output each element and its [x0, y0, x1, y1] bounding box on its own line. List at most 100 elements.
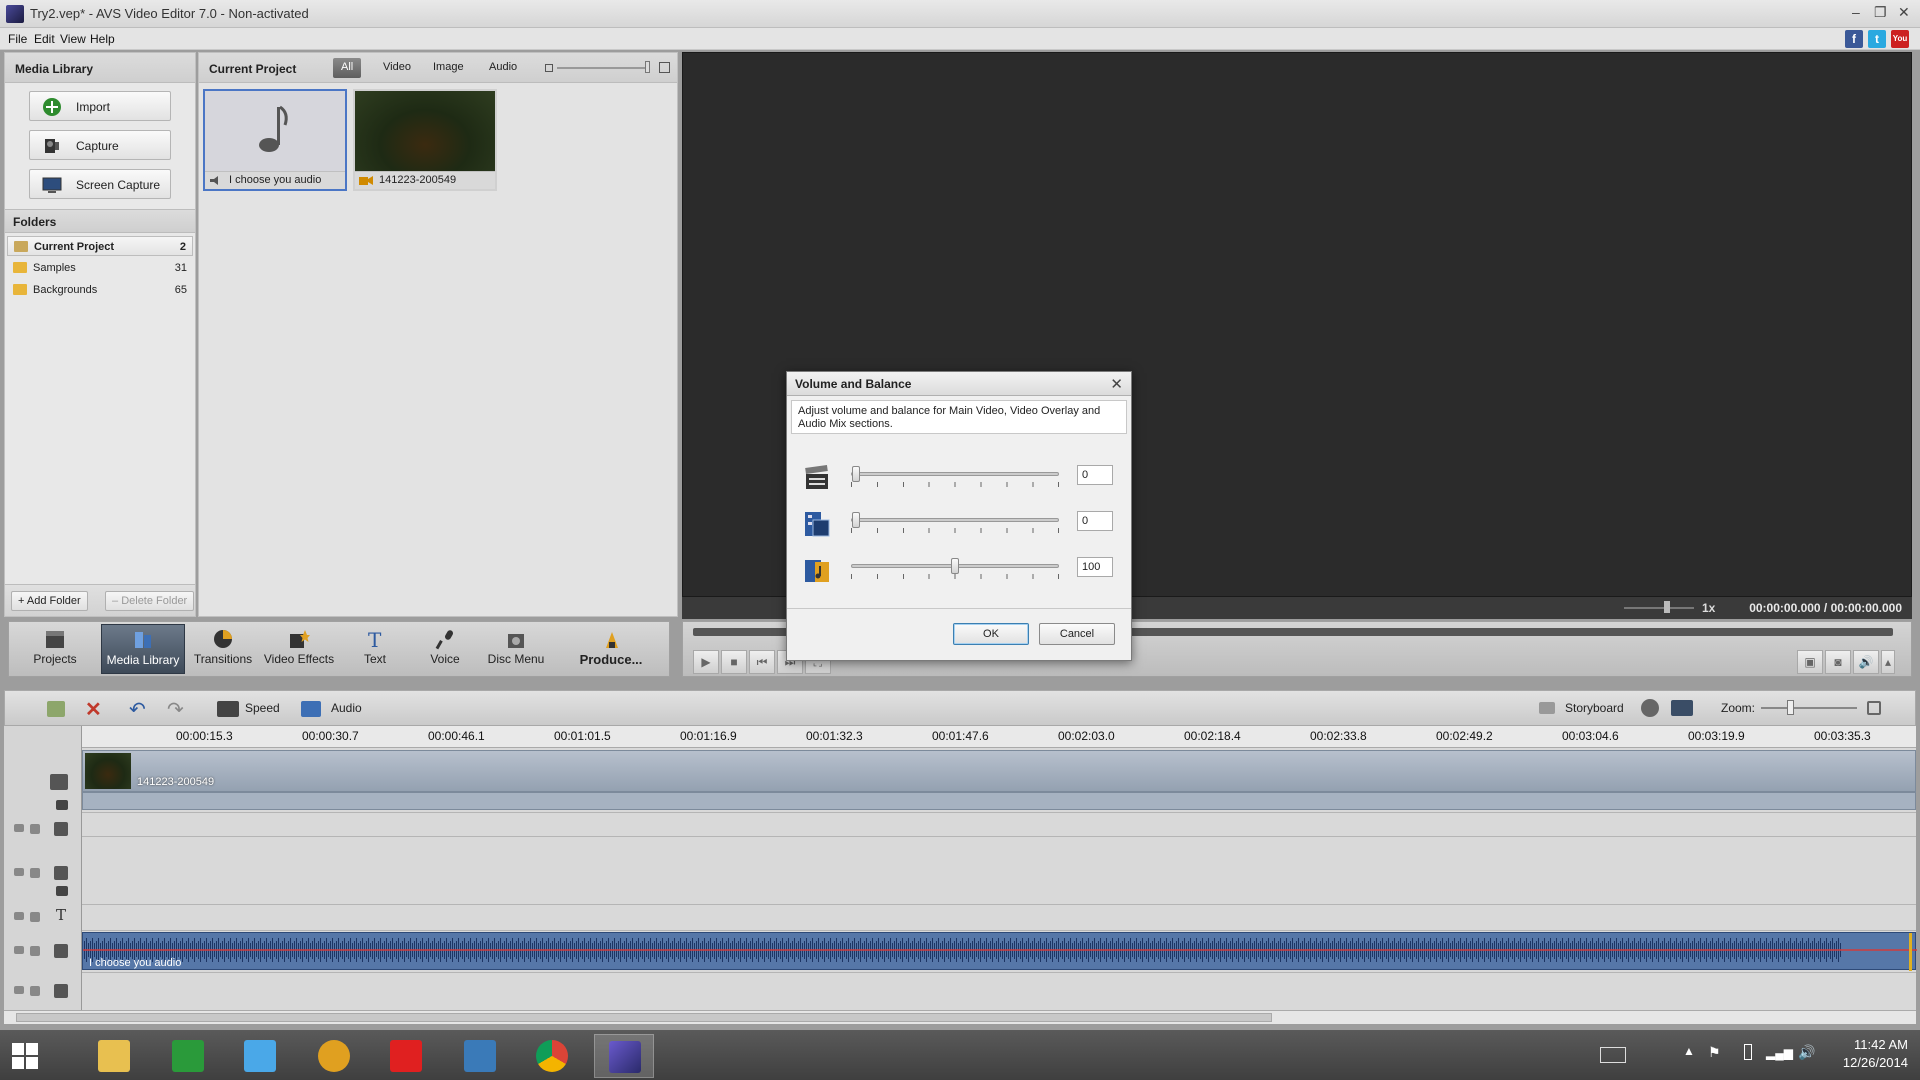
add-folder-button[interactable]: + Add Folder	[11, 591, 88, 611]
keyboard-icon[interactable]	[1600, 1047, 1626, 1063]
taskbar-lenovo[interactable]	[450, 1034, 510, 1078]
filter-video[interactable]: Video	[375, 58, 419, 78]
system-clock[interactable]: 11:42 AM 12/26/2014	[1843, 1036, 1908, 1072]
taskbar-file-explorer[interactable]	[84, 1034, 144, 1078]
audio-button[interactable]: Audio	[331, 701, 362, 715]
speed-button[interactable]: Speed	[245, 701, 280, 715]
add-to-timeline-icon[interactable]	[47, 701, 65, 717]
capture-button[interactable]: Capture	[29, 130, 171, 160]
previous-frame-icon[interactable]: ⏮	[749, 650, 775, 674]
speaker-icon[interactable]: 🔊	[1798, 1044, 1815, 1061]
redo-icon[interactable]: ↷	[167, 697, 184, 722]
dialog-close-icon[interactable]: ✕	[1110, 375, 1123, 393]
filter-image[interactable]: Image	[425, 58, 472, 78]
taskbar-chrome[interactable]	[522, 1034, 582, 1078]
restore-button[interactable]: ❐	[1874, 4, 1887, 21]
network-icon[interactable]: ▂▄▆	[1766, 1046, 1793, 1060]
video-audio-track[interactable]	[82, 792, 1916, 810]
lock-icon[interactable]	[30, 824, 40, 834]
lock-icon[interactable]	[30, 868, 40, 878]
folder-backgrounds[interactable]: Backgrounds 65	[7, 280, 193, 300]
disc-menu-button[interactable]: Disc Menu	[481, 624, 551, 674]
video-overlay-slider[interactable]	[851, 518, 1059, 522]
cancel-button[interactable]: Cancel	[1039, 623, 1115, 645]
speed-slider-thumb[interactable]	[1664, 601, 1670, 613]
voice-button[interactable]: Voice	[413, 624, 477, 674]
video-overlay-value-input[interactable]: 0	[1077, 511, 1113, 531]
text-button[interactable]: T Text	[341, 624, 409, 674]
timeline-scrollbar[interactable]	[4, 1010, 1916, 1024]
taskbar-avs-video-editor[interactable]	[594, 1034, 654, 1078]
close-button[interactable]: ✕	[1898, 4, 1910, 21]
audio-mix-slider-thumb[interactable]	[951, 558, 959, 574]
taskbar-store[interactable]	[158, 1034, 218, 1078]
play-icon[interactable]: ▶	[693, 650, 719, 674]
audio-clip[interactable]: I choose you audio	[82, 932, 1917, 971]
taskbar-mail[interactable]	[230, 1034, 290, 1078]
snapshot-icon[interactable]: ◙	[1825, 650, 1851, 674]
stop-icon[interactable]: ■	[721, 650, 747, 674]
scrollbar-thumb[interactable]	[16, 1013, 1272, 1022]
menu-edit[interactable]: Edit	[34, 32, 55, 46]
monitor-icon[interactable]	[1671, 700, 1693, 716]
twitter-icon[interactable]: t	[1868, 30, 1886, 48]
lock-icon[interactable]	[30, 946, 40, 956]
delete-icon[interactable]: ✕	[85, 697, 102, 722]
eye-icon[interactable]	[14, 912, 24, 920]
mute-icon[interactable]	[56, 800, 68, 810]
media-item-video[interactable]: 141223-200549	[353, 89, 497, 191]
audio-icon[interactable]	[301, 701, 321, 717]
transitions-button[interactable]: Transitions	[189, 624, 257, 674]
small-thumbnail-icon[interactable]	[545, 64, 553, 72]
main-video-slider-thumb[interactable]	[852, 466, 860, 482]
storyboard-icon[interactable]	[1539, 702, 1555, 714]
delete-folder-button[interactable]: – Delete Folder	[105, 591, 195, 611]
facebook-icon[interactable]: f	[1845, 30, 1863, 48]
speed-slider[interactable]	[1624, 607, 1694, 609]
expand-icon[interactable]: ▴	[1881, 650, 1895, 674]
battery-icon[interactable]	[1744, 1044, 1752, 1060]
media-library-button[interactable]: Media Library	[101, 624, 185, 674]
audio-mix-value-input[interactable]: 100	[1077, 557, 1113, 577]
screen-capture-button[interactable]: Screen Capture	[29, 169, 171, 199]
filter-audio[interactable]: Audio	[481, 58, 525, 78]
aspect-ratio-icon[interactable]: ▣	[1797, 650, 1823, 674]
produce-button[interactable]: Produce...	[555, 624, 667, 674]
menu-file[interactable]: File	[8, 32, 27, 46]
eye-icon[interactable]	[14, 824, 24, 832]
taskbar-music[interactable]	[304, 1034, 364, 1078]
undo-icon[interactable]: ↶	[129, 697, 146, 722]
thumbnail-size-thumb[interactable]	[645, 61, 650, 73]
youtube-icon[interactable]: You	[1891, 30, 1909, 48]
video-effects-button[interactable]: Video Effects	[261, 624, 337, 674]
eye-icon[interactable]	[14, 946, 24, 954]
taskbar-adobe[interactable]	[376, 1034, 436, 1078]
lock-icon[interactable]	[30, 912, 40, 922]
zoom-slider-thumb[interactable]	[1787, 700, 1794, 715]
menu-help[interactable]: Help	[90, 32, 115, 46]
folder-samples[interactable]: Samples 31	[7, 258, 193, 278]
minimize-button[interactable]: –	[1852, 4, 1860, 20]
record-icon[interactable]	[1641, 699, 1659, 717]
storyboard-button[interactable]: Storyboard	[1565, 701, 1624, 715]
speed-icon[interactable]	[217, 701, 239, 717]
import-button[interactable]: Import	[29, 91, 171, 121]
volume-icon[interactable]: 🔊	[1853, 650, 1879, 674]
lock-icon[interactable]	[30, 986, 40, 996]
fit-to-window-icon[interactable]	[1867, 701, 1881, 715]
projects-button[interactable]: Projects	[13, 624, 97, 674]
main-video-slider[interactable]	[851, 472, 1059, 476]
zoom-slider[interactable]	[1761, 707, 1857, 709]
eye-icon[interactable]	[14, 986, 24, 994]
menu-view[interactable]: View	[60, 32, 86, 46]
timeline-ruler[interactable]: 00:00:15.3 00:00:30.7 00:00:46.1 00:01:0…	[82, 726, 1916, 748]
filter-all[interactable]: All	[333, 58, 362, 78]
eye-icon[interactable]	[14, 868, 24, 876]
thumbnail-size-slider[interactable]	[557, 67, 649, 69]
video-overlay-slider-thumb[interactable]	[852, 512, 860, 528]
large-thumbnail-icon[interactable]	[659, 62, 670, 73]
video-clip[interactable]: 141223-200549	[82, 750, 1916, 792]
ok-button[interactable]: OK	[953, 623, 1029, 645]
mute-icon[interactable]	[56, 886, 68, 896]
main-video-value-input[interactable]: 0	[1077, 465, 1113, 485]
